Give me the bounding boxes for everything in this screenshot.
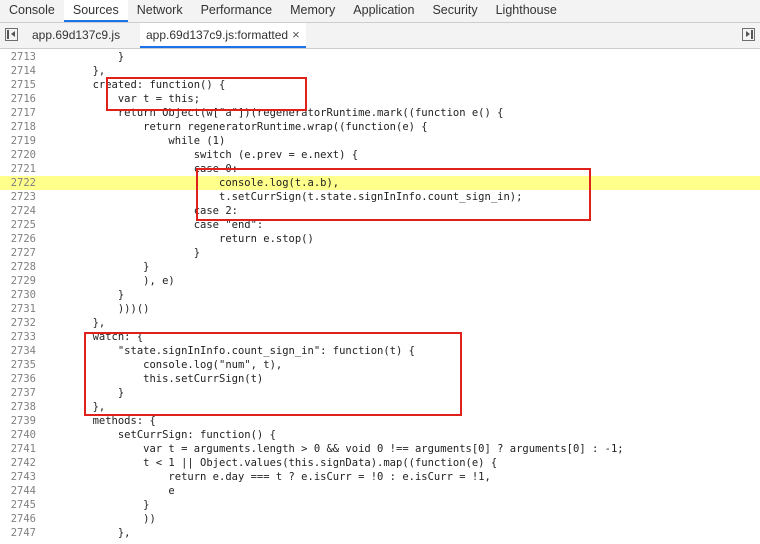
code-line: 2745 }	[0, 498, 760, 512]
file-tab-app-js-formatted[interactable]: app.69d137c9.js:formatted ×	[140, 23, 306, 48]
code-line: 2743 return e.day === t ? e.isCurr = !0 …	[0, 470, 760, 484]
line-number[interactable]: 2741	[0, 442, 36, 456]
line-number[interactable]: 2735	[0, 358, 36, 372]
file-tab-label: app.69d137c9.js:formatted	[146, 28, 289, 42]
code-line: 2720 switch (e.prev = e.next) {	[0, 148, 760, 162]
line-code: },	[42, 65, 106, 77]
line-number[interactable]: 2732	[0, 316, 36, 330]
devtools-tab-bar: Console Sources Network Performance Memo…	[0, 0, 760, 23]
code-editor[interactable]: 2713 } 2714 }, 2715 created: function() …	[0, 50, 760, 540]
code-line: 2729 ), e)	[0, 274, 760, 288]
code-line: 2742 t < 1 || Object.values(this.signDat…	[0, 456, 760, 470]
tab-console[interactable]: Console	[0, 0, 64, 22]
editor-tab-bar: app.69d137c9.js app.69d137c9.js:formatte…	[0, 23, 760, 49]
line-number[interactable]: 2714	[0, 64, 36, 78]
line-code: return regeneratorRuntime.wrap((function…	[42, 121, 428, 133]
line-code: }	[42, 499, 150, 511]
line-number[interactable]: 2737	[0, 386, 36, 400]
code-line: 2730 }	[0, 288, 760, 302]
code-line: 2713 }	[0, 50, 760, 64]
line-number[interactable]: 2731	[0, 302, 36, 316]
code-line: 2744 e	[0, 484, 760, 498]
toggle-debugger-icon[interactable]	[742, 28, 755, 41]
line-number[interactable]: 2716	[0, 92, 36, 106]
line-number[interactable]: 2740	[0, 428, 36, 442]
line-number[interactable]: 2713	[0, 50, 36, 64]
line-number[interactable]: 2747	[0, 526, 36, 540]
code-line: 2747 },	[0, 526, 760, 540]
line-number[interactable]: 2722	[0, 176, 36, 190]
line-number[interactable]: 2725	[0, 218, 36, 232]
line-code: },	[42, 317, 106, 329]
line-number[interactable]: 2744	[0, 484, 36, 498]
code-line: 2714 },	[0, 64, 760, 78]
line-number[interactable]: 2724	[0, 204, 36, 218]
line-number[interactable]: 2728	[0, 260, 36, 274]
code-line: 2732 },	[0, 316, 760, 330]
line-number[interactable]: 2738	[0, 400, 36, 414]
line-number[interactable]: 2745	[0, 498, 36, 512]
close-icon[interactable]: ×	[292, 27, 300, 42]
line-number[interactable]: 2736	[0, 372, 36, 386]
tab-network[interactable]: Network	[128, 0, 192, 22]
line-number[interactable]: 2739	[0, 414, 36, 428]
line-code: e	[42, 485, 175, 497]
line-number[interactable]: 2715	[0, 78, 36, 92]
tab-application[interactable]: Application	[344, 0, 423, 22]
line-code: switch (e.prev = e.next) {	[42, 149, 359, 161]
code-line: 2718 return regeneratorRuntime.wrap((fun…	[0, 120, 760, 134]
line-number[interactable]: 2742	[0, 456, 36, 470]
line-number[interactable]: 2721	[0, 162, 36, 176]
line-number[interactable]: 2720	[0, 148, 36, 162]
annotation-box-case0	[196, 168, 591, 221]
code-line: 2739 methods: {	[0, 414, 760, 428]
tab-lighthouse[interactable]: Lighthouse	[487, 0, 566, 22]
line-code: },	[42, 527, 131, 539]
line-code: }	[42, 51, 125, 63]
tab-security[interactable]: Security	[423, 0, 486, 22]
tab-sources[interactable]: Sources	[63, 0, 128, 22]
code-line: 2741 var t = arguments.length > 0 && voi…	[0, 442, 760, 456]
line-number[interactable]: 2726	[0, 232, 36, 246]
tab-memory[interactable]: Memory	[281, 0, 344, 22]
line-code: setCurrSign: function() {	[42, 429, 276, 441]
annotation-box-created	[106, 77, 307, 111]
annotation-box-watch	[84, 332, 462, 416]
line-number[interactable]: 2718	[0, 120, 36, 134]
line-code: ))	[42, 513, 156, 525]
line-code: methods: {	[42, 415, 156, 427]
line-number[interactable]: 2733	[0, 330, 36, 344]
line-number[interactable]: 2727	[0, 246, 36, 260]
line-number[interactable]: 2743	[0, 470, 36, 484]
line-code: )))()	[42, 303, 150, 315]
line-code: t < 1 || Object.values(this.signData).ma…	[42, 457, 498, 469]
line-number[interactable]: 2734	[0, 344, 36, 358]
line-code: }	[42, 247, 201, 259]
line-number[interactable]: 2746	[0, 512, 36, 526]
line-code: ), e)	[42, 275, 175, 287]
code-line: 2727 }	[0, 246, 760, 260]
line-number[interactable]: 2723	[0, 190, 36, 204]
code-line: 2740 setCurrSign: function() {	[0, 428, 760, 442]
toggle-navigator-icon[interactable]	[5, 28, 18, 41]
code-line: 2728 }	[0, 260, 760, 274]
code-line: 2731 )))()	[0, 302, 760, 316]
code-line: 2719 while (1)	[0, 134, 760, 148]
line-code: return e.stop()	[42, 233, 314, 245]
line-number[interactable]: 2717	[0, 106, 36, 120]
file-tab-label: app.69d137c9.js	[32, 28, 121, 42]
line-code: return e.day === t ? e.isCurr = !0 : e.i…	[42, 471, 491, 483]
line-code: }	[42, 289, 125, 301]
line-code: var t = arguments.length > 0 && void 0 !…	[42, 443, 624, 455]
line-number[interactable]: 2729	[0, 274, 36, 288]
line-number[interactable]: 2730	[0, 288, 36, 302]
tab-performance[interactable]: Performance	[192, 0, 282, 22]
code-line: 2726 return e.stop()	[0, 232, 760, 246]
line-number[interactable]: 2719	[0, 134, 36, 148]
line-code: while (1)	[42, 135, 226, 147]
code-line: 2746 ))	[0, 512, 760, 526]
file-tab-app-js[interactable]: app.69d137c9.js	[26, 23, 126, 48]
line-code: }	[42, 261, 150, 273]
